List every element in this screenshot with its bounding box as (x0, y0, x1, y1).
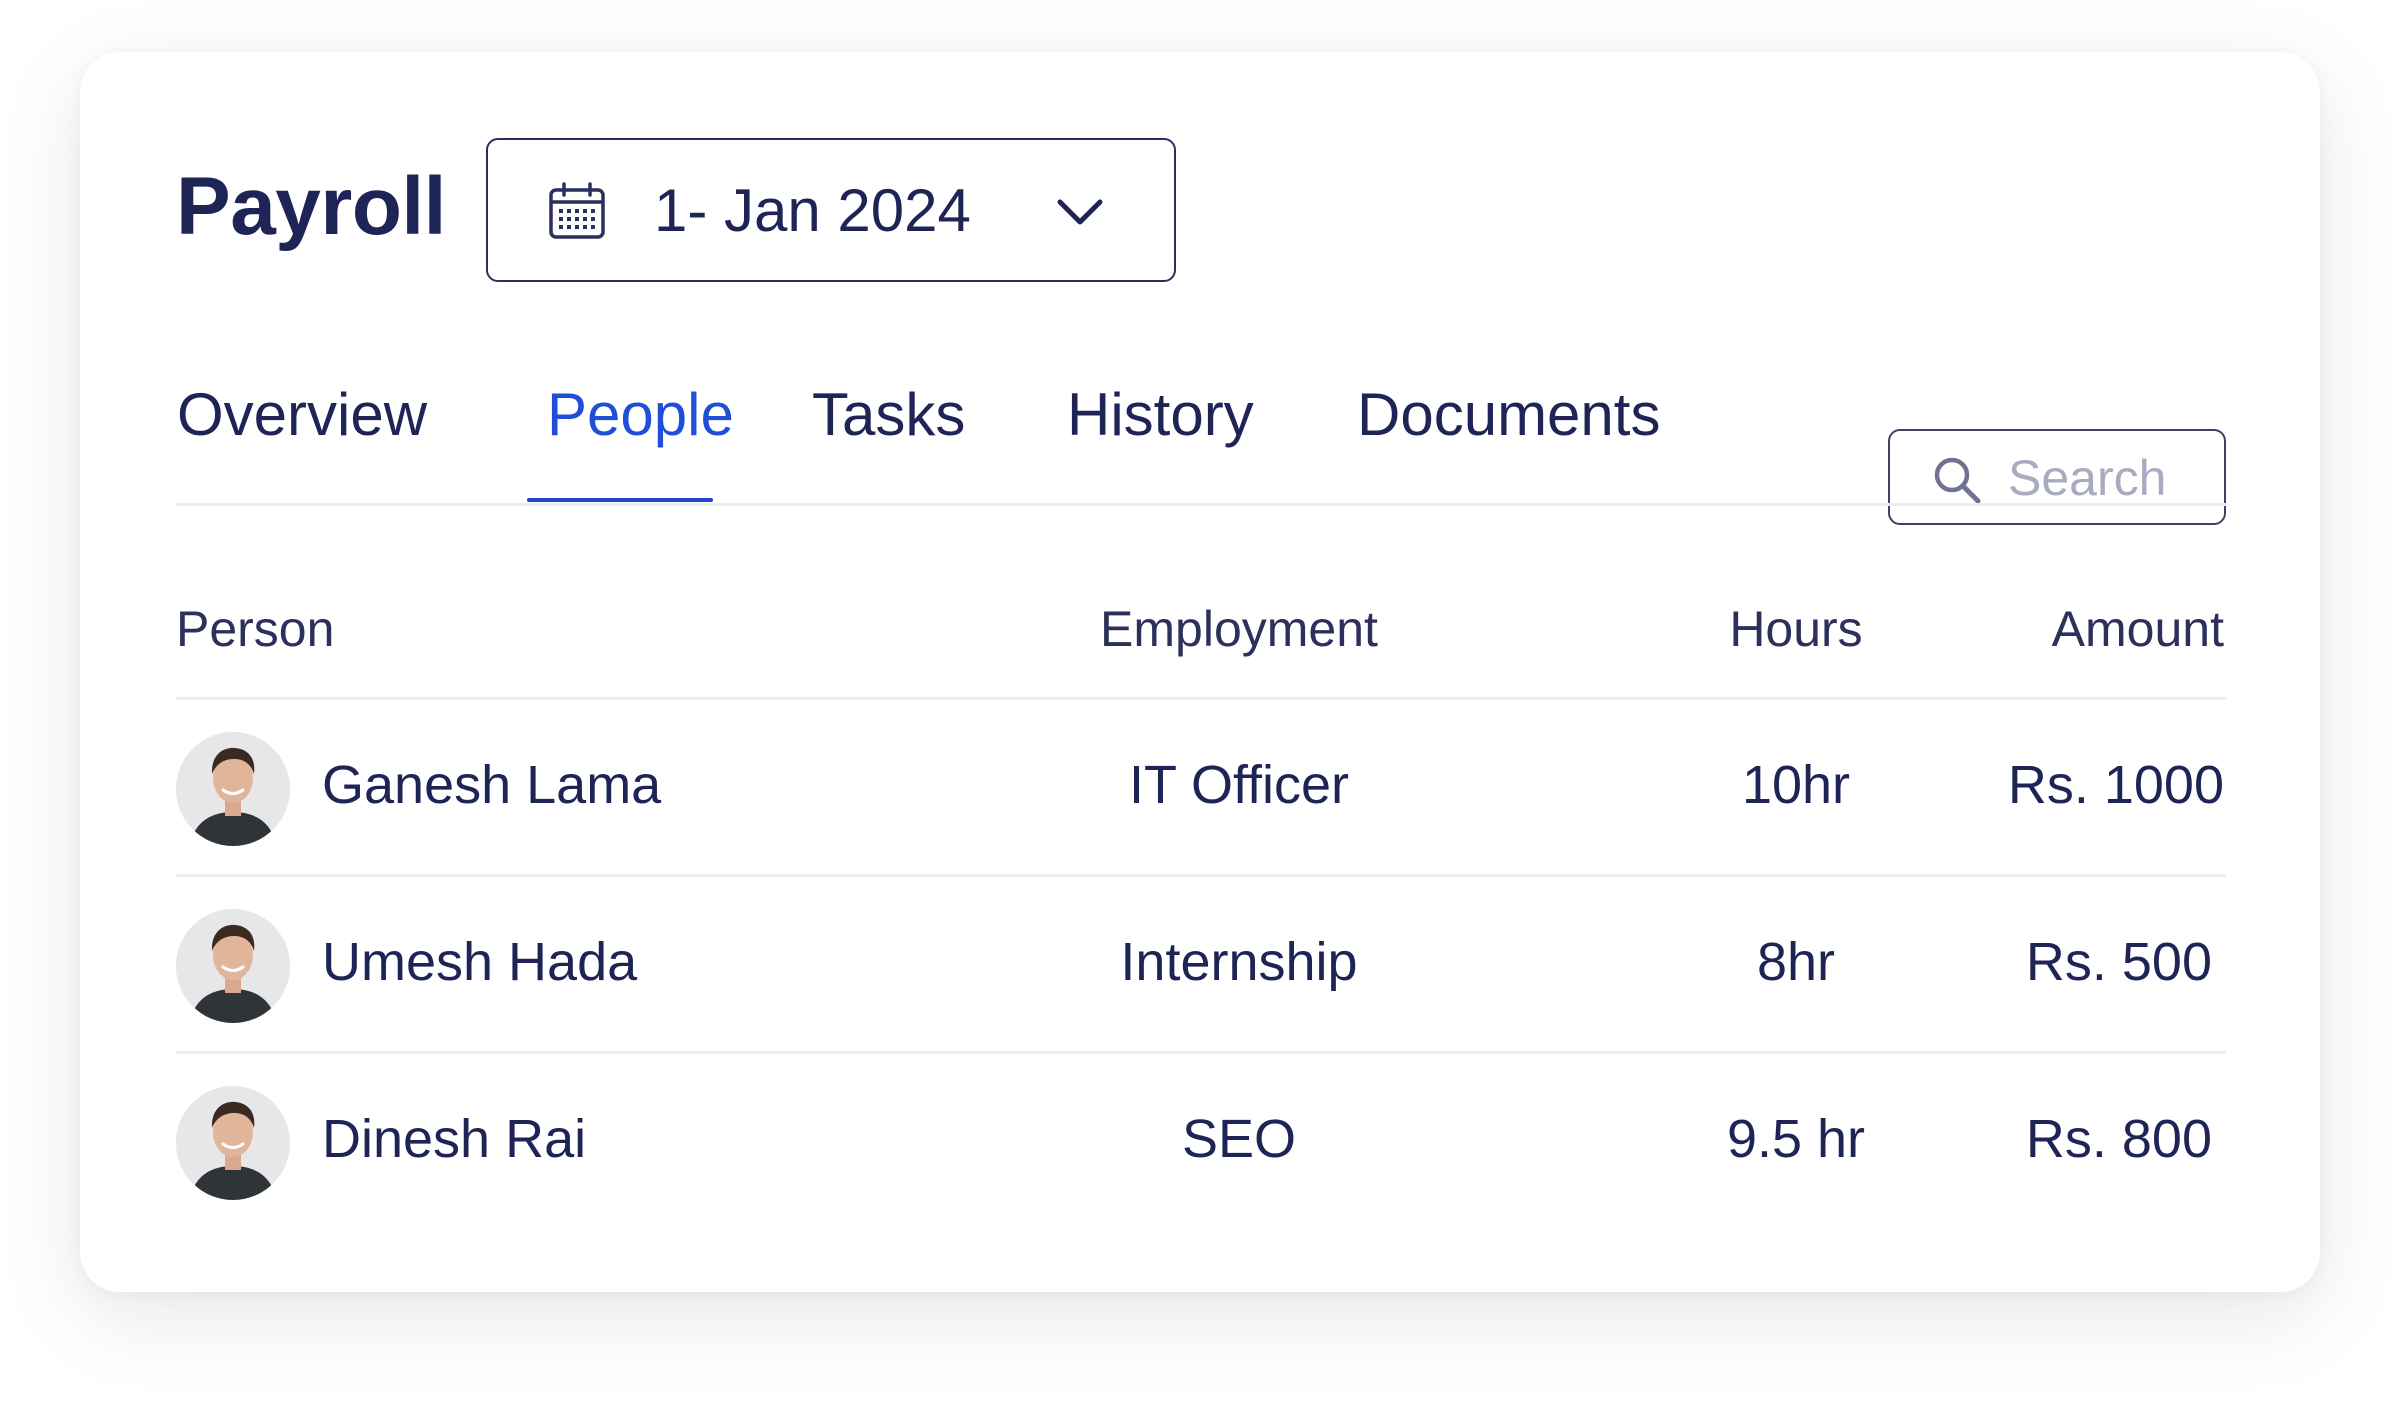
tab-history[interactable]: History (1067, 380, 1254, 449)
employment-cell: IT Officer (1128, 755, 1350, 815)
employment-cell: SEO (1181, 1109, 1297, 1169)
table-row[interactable]: Ganesh Lama IT Officer 10hr Rs. 1000 (176, 700, 2226, 877)
hours-cell: 9.5 hr (1726, 1109, 1866, 1169)
avatar-portrait-icon (176, 1086, 290, 1200)
person-name: Dinesh Rai (322, 1109, 587, 1169)
tab-documents[interactable]: Documents (1357, 380, 1660, 449)
tab-people[interactable]: People (547, 380, 734, 449)
column-header-employment[interactable]: Employment (1044, 600, 1434, 658)
chevron-down-icon[interactable] (1054, 194, 1106, 230)
amount-cell: Rs. 500 (2025, 932, 2212, 992)
page-title: Payroll (176, 161, 446, 252)
employment-cell: Internship (1120, 932, 1358, 992)
amount-cell: Rs. 800 (2025, 1109, 2212, 1169)
active-tab-indicator (527, 498, 713, 502)
table-header: Person Employment Hours Amount (176, 560, 2226, 700)
tab-tasks[interactable]: Tasks (812, 380, 965, 449)
avatar (176, 1086, 290, 1200)
avatar-portrait-icon (176, 732, 290, 846)
table-row[interactable]: Dinesh Rai SEO 9.5 hr Rs. 800 (176, 1054, 2226, 1231)
avatar (176, 732, 290, 846)
amount-cell: Rs. 1000 (2007, 755, 2224, 815)
tab-overview[interactable]: Overview (177, 380, 427, 449)
column-header-person[interactable]: Person (176, 600, 334, 658)
hours-cell: 8hr (1756, 932, 1836, 992)
calendar-icon (549, 182, 605, 239)
payroll-table: Person Employment Hours Amount Ganesh La… (176, 560, 2226, 1231)
hours-cell: 10hr (1741, 755, 1851, 815)
date-picker[interactable]: 1- Jan 2024 (486, 138, 1176, 282)
person-name: Ganesh Lama (322, 755, 662, 815)
tab-bar: Overview People Tasks History Documents (96, 330, 2146, 504)
column-header-hours[interactable]: Hours (1596, 600, 1996, 658)
avatar (176, 909, 290, 1023)
column-header-amount[interactable]: Amount (2052, 600, 2224, 658)
avatar-portrait-icon (176, 909, 290, 1023)
person-name: Umesh Hada (322, 932, 638, 992)
date-picker-value: 1- Jan 2024 (654, 177, 971, 244)
table-row[interactable]: Umesh Hada Internship 8hr Rs. 500 (176, 877, 2226, 1054)
tabs-divider (176, 503, 2226, 506)
